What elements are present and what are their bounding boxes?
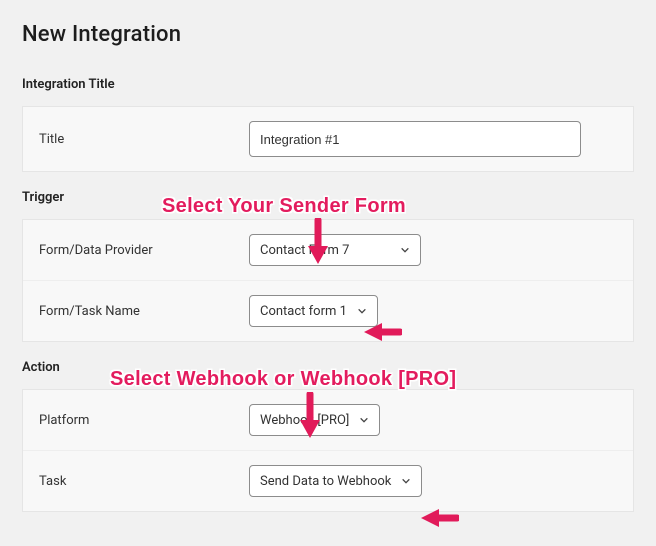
chevron-down-icon: [400, 245, 410, 255]
form-task-name-value: Contact form 1: [260, 304, 347, 319]
label-task: Task: [39, 474, 229, 489]
section-heading-trigger: Trigger: [22, 190, 634, 205]
title-input[interactable]: [249, 121, 581, 157]
form-data-provider-select[interactable]: Contact Form 7: [249, 234, 421, 266]
chevron-down-icon: [401, 476, 411, 486]
label-platform: Platform: [39, 413, 229, 428]
row-form-data-provider: Form/Data Provider Contact Form 7: [23, 220, 633, 281]
task-select[interactable]: Send Data to Webhook: [249, 465, 422, 497]
label-form-data-provider: Form/Data Provider: [39, 243, 229, 258]
row-form-task-name: Form/Task Name Contact form 1: [23, 281, 633, 341]
panel-trigger: Form/Data Provider Contact Form 7 Form/T…: [22, 219, 634, 342]
section-heading-action: Action: [22, 360, 634, 375]
row-platform: Platform Webhook [PRO]: [23, 390, 633, 451]
chevron-down-icon: [357, 306, 367, 316]
task-value: Send Data to Webhook: [260, 474, 391, 489]
form-task-name-select[interactable]: Contact form 1: [249, 295, 378, 327]
row-task: Task Send Data to Webhook: [23, 451, 633, 511]
panel-action: Platform Webhook [PRO] Task Send Data to…: [22, 389, 634, 512]
panel-integration-title: Title: [22, 106, 634, 172]
section-heading-integration-title: Integration Title: [22, 77, 634, 92]
label-form-task-name: Form/Task Name: [39, 304, 229, 319]
label-title: Title: [39, 132, 229, 147]
row-title: Title: [23, 107, 633, 171]
form-data-provider-value: Contact Form 7: [260, 243, 349, 258]
chevron-down-icon: [359, 415, 369, 425]
page-title: New Integration: [22, 22, 634, 47]
platform-select[interactable]: Webhook [PRO]: [249, 404, 380, 436]
platform-value: Webhook [PRO]: [260, 413, 349, 428]
